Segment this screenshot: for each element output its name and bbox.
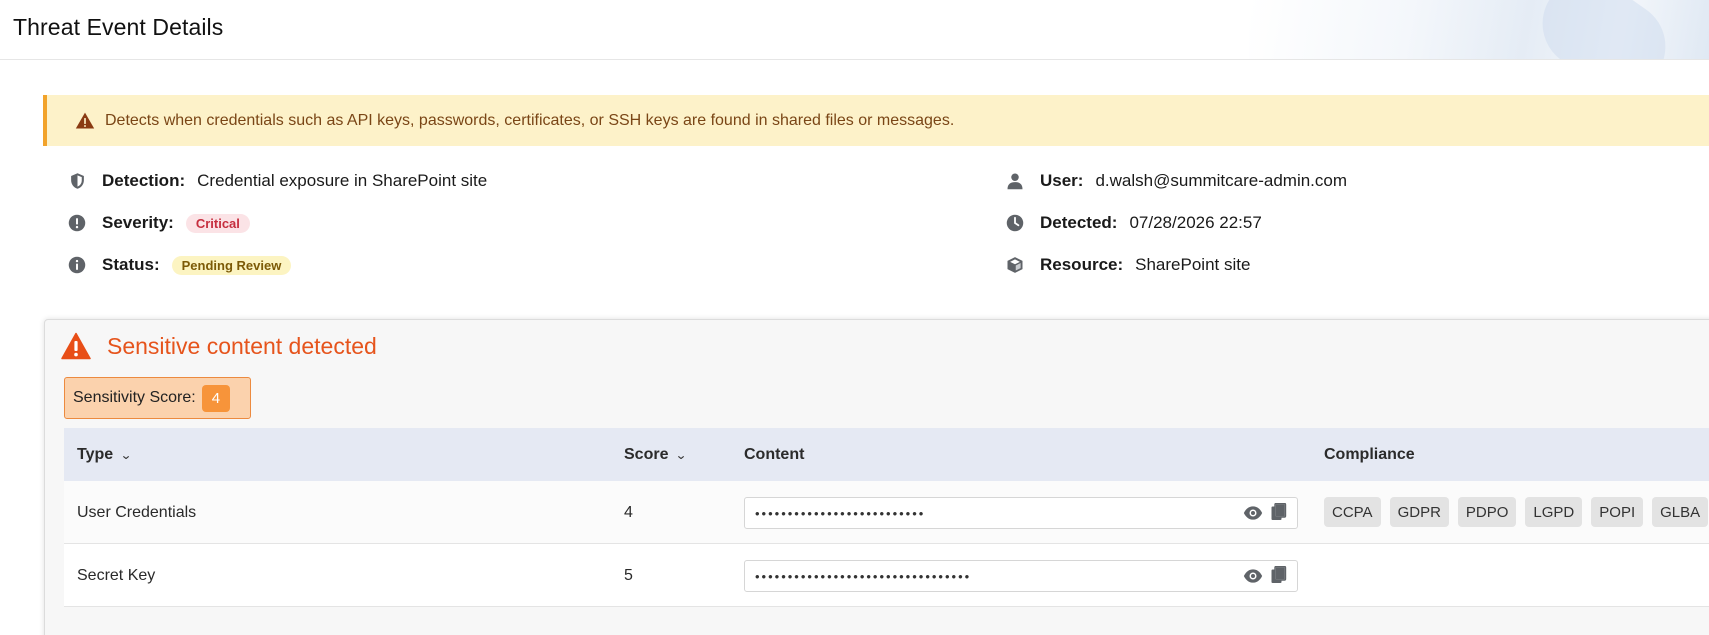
- cube-icon: [1006, 256, 1024, 274]
- resource-field: Resource: SharePoint site: [1006, 255, 1250, 275]
- sensitive-content-panel: Sensitive content detected Sensitivity S…: [44, 319, 1709, 635]
- chevron-down-icon: ⌄: [120, 447, 133, 462]
- user-label: User:: [1040, 171, 1084, 190]
- sensitive-content-table: Type ⌄ Score ⌄ Content Compliance User C…: [64, 428, 1709, 607]
- panel-header: Sensitive content detected: [61, 332, 377, 360]
- detection-label: Detection:: [102, 171, 186, 190]
- exclamation-circle-icon: [68, 214, 86, 232]
- alert-triangle-icon: [61, 332, 91, 360]
- resource-value: SharePoint site: [1135, 255, 1251, 274]
- panel-title: Sensitive content detected: [107, 332, 377, 359]
- status-badge: Pending Review: [171, 255, 292, 275]
- warning-icon: [75, 112, 95, 128]
- clock-icon: [1006, 214, 1024, 232]
- user-field: User: d.walsh@summitcare-admin.com: [1006, 171, 1347, 191]
- table-header: Type ⌄ Score ⌄ Content Compliance: [64, 428, 1709, 481]
- copy-icon[interactable]: [1271, 566, 1287, 584]
- sensitivity-score-label: Sensitivity Score:: [73, 389, 196, 406]
- detected-value: 07/28/2026 22:57: [1129, 213, 1262, 232]
- user-value: d.walsh@summitcare-admin.com: [1095, 171, 1348, 190]
- severity-badge: Critical: [185, 213, 250, 233]
- column-header-type[interactable]: Type ⌄: [77, 428, 133, 481]
- secret-content-field[interactable]: ••••••••••••••••••••••••••: [744, 497, 1298, 529]
- page-title: Threat Event Details: [13, 14, 224, 40]
- detection-value: Credential exposure in SharePoint site: [197, 171, 488, 190]
- compliance-chip: GDPR: [1389, 497, 1449, 527]
- detected-field: Detected: 07/28/2026 22:57: [1006, 213, 1262, 233]
- compliance-chip: GLBA: [1652, 497, 1709, 527]
- column-header-score[interactable]: Score ⌄: [624, 428, 688, 481]
- eye-icon[interactable]: [1243, 505, 1263, 521]
- description-alert: Detects when credentials such as API key…: [43, 95, 1709, 146]
- row-type: Secret Key: [77, 566, 156, 584]
- row-score: 4: [624, 503, 633, 521]
- resource-label: Resource:: [1040, 255, 1124, 274]
- column-header-compliance: Compliance: [1324, 428, 1415, 481]
- column-compliance-label: Compliance: [1324, 445, 1415, 463]
- column-type-label: Type: [77, 445, 114, 463]
- status-field: Status: Pending Review: [68, 255, 292, 275]
- detection-field: Detection: Credential exposure in ShareP…: [68, 171, 487, 191]
- info-circle-icon: [68, 256, 86, 274]
- compliance-chip: POPI: [1591, 497, 1644, 527]
- sensitivity-score-box: Sensitivity Score: 4: [64, 377, 252, 419]
- table-row: User Credentials 4 •••••••••••••••••••••…: [64, 481, 1709, 544]
- status-label: Status:: [102, 255, 160, 274]
- compliance-chip: CCPA: [1324, 497, 1381, 527]
- severity-label: Severity:: [102, 213, 174, 232]
- row-type: User Credentials: [77, 503, 197, 521]
- compliance-chip: LGPD: [1525, 497, 1583, 527]
- masked-content: •••••••••••••••••••••••••••••••••: [755, 568, 972, 584]
- table-row: Secret Key 5 •••••••••••••••••••••••••••…: [64, 544, 1709, 607]
- row-score: 5: [624, 566, 633, 584]
- user-icon: [1006, 172, 1024, 190]
- column-header-content: Content: [744, 428, 804, 481]
- copy-icon[interactable]: [1271, 503, 1287, 521]
- compliance-chip: PDPO: [1457, 497, 1517, 527]
- page-header: Threat Event Details: [0, 0, 1709, 60]
- detected-label: Detected:: [1040, 213, 1118, 232]
- compliance-chips: CCPA GDPR PDPO LGPD POPI GLBA: [1324, 497, 1709, 527]
- alert-text: Detects when credentials such as API key…: [105, 111, 955, 129]
- column-score-label: Score: [624, 445, 669, 463]
- column-content-label: Content: [744, 445, 805, 463]
- severity-field: Severity: Critical: [68, 213, 250, 233]
- sensitivity-score-badge: 4: [201, 384, 231, 412]
- masked-content: ••••••••••••••••••••••••••: [755, 505, 926, 521]
- chevron-down-icon: ⌄: [675, 447, 688, 462]
- eye-icon[interactable]: [1243, 568, 1263, 584]
- secret-content-field[interactable]: •••••••••••••••••••••••••••••••••: [744, 560, 1298, 592]
- header-decoration: [1249, 0, 1709, 59]
- shield-icon: [68, 172, 86, 190]
